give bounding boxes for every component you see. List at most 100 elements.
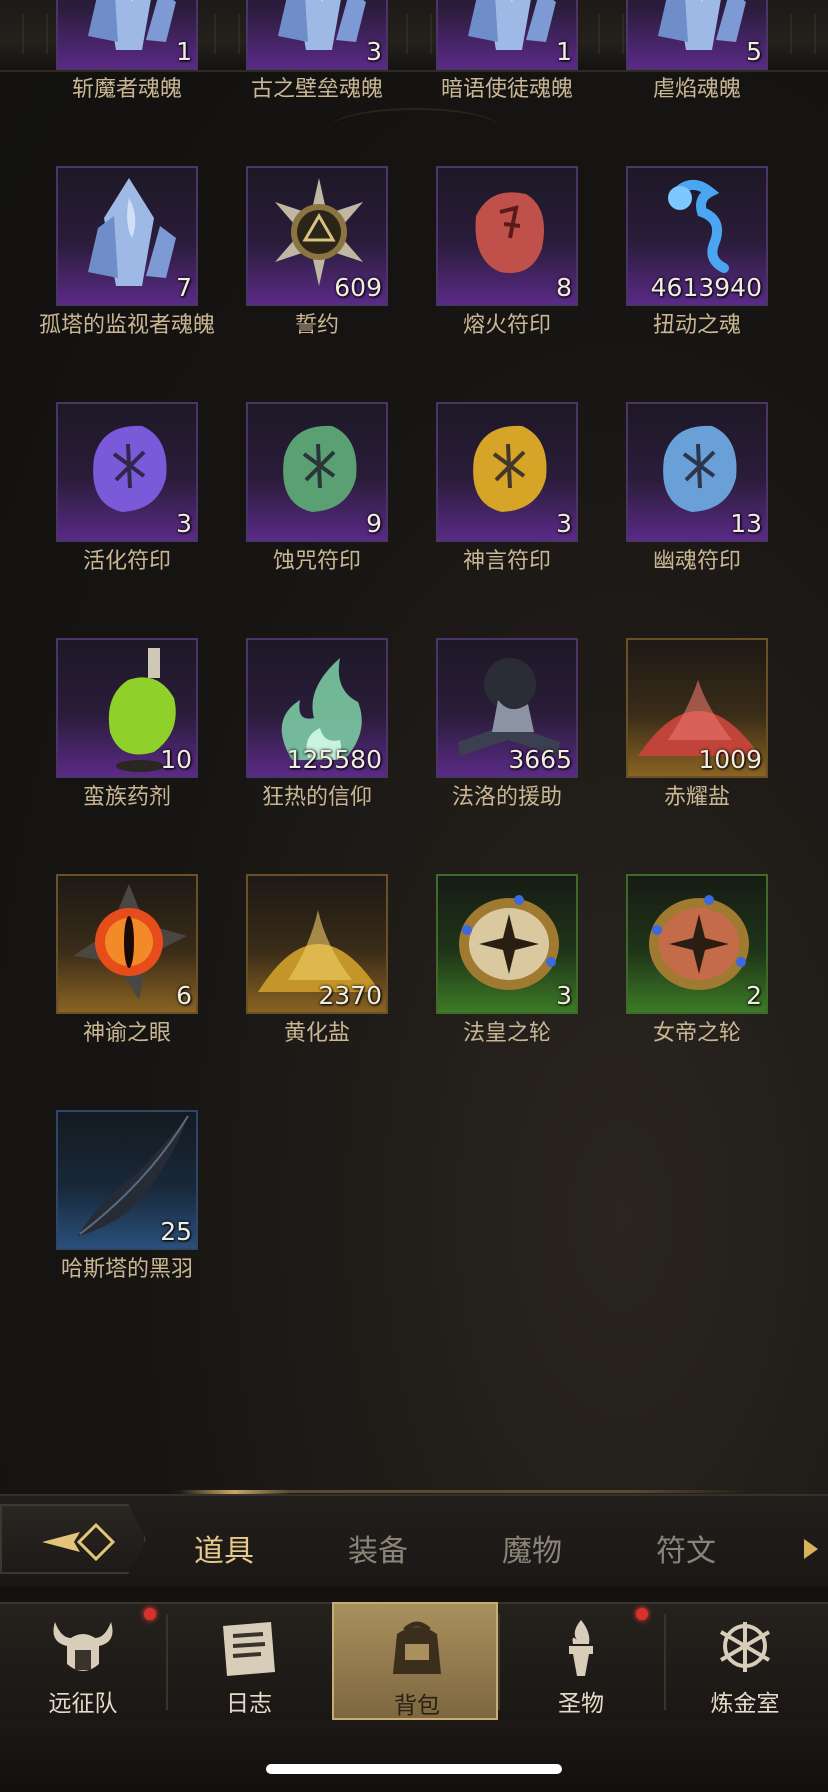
item-name: 幽魂符印 xyxy=(652,549,741,574)
inventory-item[interactable]: 3 神言符印 xyxy=(390,402,580,638)
item-count: 1 xyxy=(176,37,192,66)
item-slot[interactable]: 25 xyxy=(56,1110,198,1250)
home-indicator[interactable] xyxy=(266,1764,562,1774)
item-name: 法皇之轮 xyxy=(462,1021,551,1046)
inventory-item[interactable]: 4613940 扭动之魂 xyxy=(580,166,770,402)
inventory-item[interactable]: 3 活化符印 xyxy=(10,402,200,638)
item-name: 法洛的援助 xyxy=(451,785,562,810)
item-slot[interactable]: 13 xyxy=(626,402,768,542)
item-count: 3 xyxy=(556,509,572,538)
item-count: 2370 xyxy=(318,981,382,1010)
item-name: 斩魔者魂魄 xyxy=(71,77,182,102)
tab-runes[interactable]: 符文 xyxy=(656,1526,716,1570)
item-slot[interactable]: 9 xyxy=(246,402,388,542)
item-slot[interactable]: 5 xyxy=(626,0,768,70)
item-name: 虐焰魂魄 xyxy=(652,77,741,102)
item-count: 3 xyxy=(556,981,572,1010)
nav-label: 炼金室 xyxy=(710,1691,780,1717)
inventory-item[interactable]: 8 熔火符印 xyxy=(390,166,580,402)
item-slot[interactable]: 125580 xyxy=(246,638,388,778)
inventory-item[interactable]: 2 女帝之轮 xyxy=(580,874,770,1110)
item-slot[interactable]: 7 xyxy=(56,166,198,306)
item-name: 黄化盐 xyxy=(283,1021,350,1046)
inventory-item[interactable]: 25 哈斯塔的黑羽 xyxy=(10,1110,200,1346)
item-name: 神谕之眼 xyxy=(82,1021,171,1046)
inventory-item[interactable]: 5 虐焰魂魄 xyxy=(580,0,770,166)
item-count: 7 xyxy=(176,273,192,302)
item-count: 9 xyxy=(366,509,382,538)
item-slot[interactable]: 4613940 xyxy=(626,166,768,306)
item-slot[interactable]: 3 xyxy=(56,402,198,542)
alchemy-symbol-icon xyxy=(719,1622,771,1672)
inventory-item[interactable]: 1 斩魔者魂魄 xyxy=(10,0,200,166)
item-count: 609 xyxy=(334,273,382,302)
item-name: 熔火符印 xyxy=(462,313,551,338)
item-count: 125580 xyxy=(286,745,382,774)
item-slot[interactable]: 3 xyxy=(246,0,388,70)
nav-label: 日志 xyxy=(226,1691,272,1717)
inventory-item[interactable]: 2370 黄化盐 xyxy=(200,874,390,1110)
inventory-item[interactable]: 3 法皇之轮 xyxy=(390,874,580,1110)
inventory-item[interactable]: 609 誓约 xyxy=(200,166,390,402)
arrow-diamond-icon xyxy=(42,1522,116,1562)
item-slot[interactable]: 8 xyxy=(436,166,578,306)
tab-monsters[interactable]: 魔物 xyxy=(502,1526,562,1570)
item-count: 5 xyxy=(746,37,762,66)
item-slot[interactable]: 2 xyxy=(626,874,768,1014)
item-count: 6 xyxy=(176,981,192,1010)
item-name: 誓约 xyxy=(294,313,339,338)
tab-equipment[interactable]: 装备 xyxy=(348,1526,408,1570)
nav-backpack[interactable]: 背包 xyxy=(332,1602,498,1720)
item-slot[interactable]: 1 xyxy=(56,0,198,70)
item-slot[interactable]: 10 xyxy=(56,638,198,778)
nav-label: 圣物 xyxy=(558,1691,604,1717)
item-slot[interactable]: 1 xyxy=(436,0,578,70)
item-count: 1 xyxy=(556,37,572,66)
notification-badge xyxy=(144,1608,156,1620)
inventory-item[interactable]: 13 幽魂符印 xyxy=(580,402,770,638)
item-count: 3 xyxy=(366,37,382,66)
item-count: 25 xyxy=(160,1217,192,1246)
inventory-item[interactable]: 3665 法洛的援助 xyxy=(390,638,580,874)
item-count: 8 xyxy=(556,273,572,302)
nav-label: 远征队 xyxy=(48,1691,118,1717)
inventory-item[interactable]: 6 神谕之眼 xyxy=(10,874,200,1110)
nav-alchemy[interactable]: 炼金室 xyxy=(662,1602,828,1720)
item-name: 神言符印 xyxy=(462,549,551,574)
inventory-item[interactable]: 125580 狂热的信仰 xyxy=(200,638,390,874)
item-name: 活化符印 xyxy=(82,549,171,574)
item-count: 10 xyxy=(160,745,192,774)
item-name: 暗语使徒魂魄 xyxy=(440,77,573,102)
item-slot[interactable]: 3 xyxy=(436,874,578,1014)
scroll-log-icon xyxy=(223,1622,275,1676)
item-name: 扭动之魂 xyxy=(652,313,741,338)
inventory-item[interactable]: 1009 赤耀盐 xyxy=(580,638,770,874)
inventory-grid[interactable]: 1 斩魔者魂魄 3 古之壁垒魂魄 1 暗语使徒魂魄 5 虐焰魂魄 7 孤塔的监视者魂魄 609 誓约 8… xyxy=(0,0,828,1462)
tab-items[interactable]: 道具 xyxy=(194,1526,254,1570)
inventory-item[interactable]: 3 古之壁垒魂魄 xyxy=(200,0,390,166)
active-tab-indicator xyxy=(180,1490,290,1494)
item-slot[interactable]: 2370 xyxy=(246,874,388,1014)
notification-badge xyxy=(636,1608,648,1620)
item-slot[interactable]: 3665 xyxy=(436,638,578,778)
item-count: 4613940 xyxy=(650,273,762,302)
horned-helmet-icon xyxy=(53,1622,113,1671)
inventory-item[interactable]: 9 蚀咒符印 xyxy=(200,402,390,638)
filter-toggle-button[interactable] xyxy=(0,1504,146,1574)
item-name: 蚀咒符印 xyxy=(272,549,361,574)
backpack-icon xyxy=(393,1621,441,1674)
item-name: 哈斯塔的黑羽 xyxy=(60,1257,193,1282)
nav-label: 背包 xyxy=(394,1693,440,1719)
tabs-scroll-right-icon[interactable] xyxy=(804,1539,818,1559)
nav-log[interactable]: 日志 xyxy=(166,1602,332,1720)
item-name: 孤塔的监视者魂魄 xyxy=(38,313,215,338)
inventory-item[interactable]: 7 孤塔的监视者魂魄 xyxy=(10,166,215,402)
inventory-item[interactable]: 1 暗语使徒魂魄 xyxy=(390,0,580,166)
nav-expedition[interactable]: 远征队 xyxy=(0,1602,166,1720)
item-slot[interactable]: 609 xyxy=(246,166,388,306)
item-slot[interactable]: 3 xyxy=(436,402,578,542)
item-slot[interactable]: 1009 xyxy=(626,638,768,778)
inventory-item[interactable]: 10 蛮族药剂 xyxy=(10,638,200,874)
item-slot[interactable]: 6 xyxy=(56,874,198,1014)
bottom-frame xyxy=(0,1720,828,1792)
